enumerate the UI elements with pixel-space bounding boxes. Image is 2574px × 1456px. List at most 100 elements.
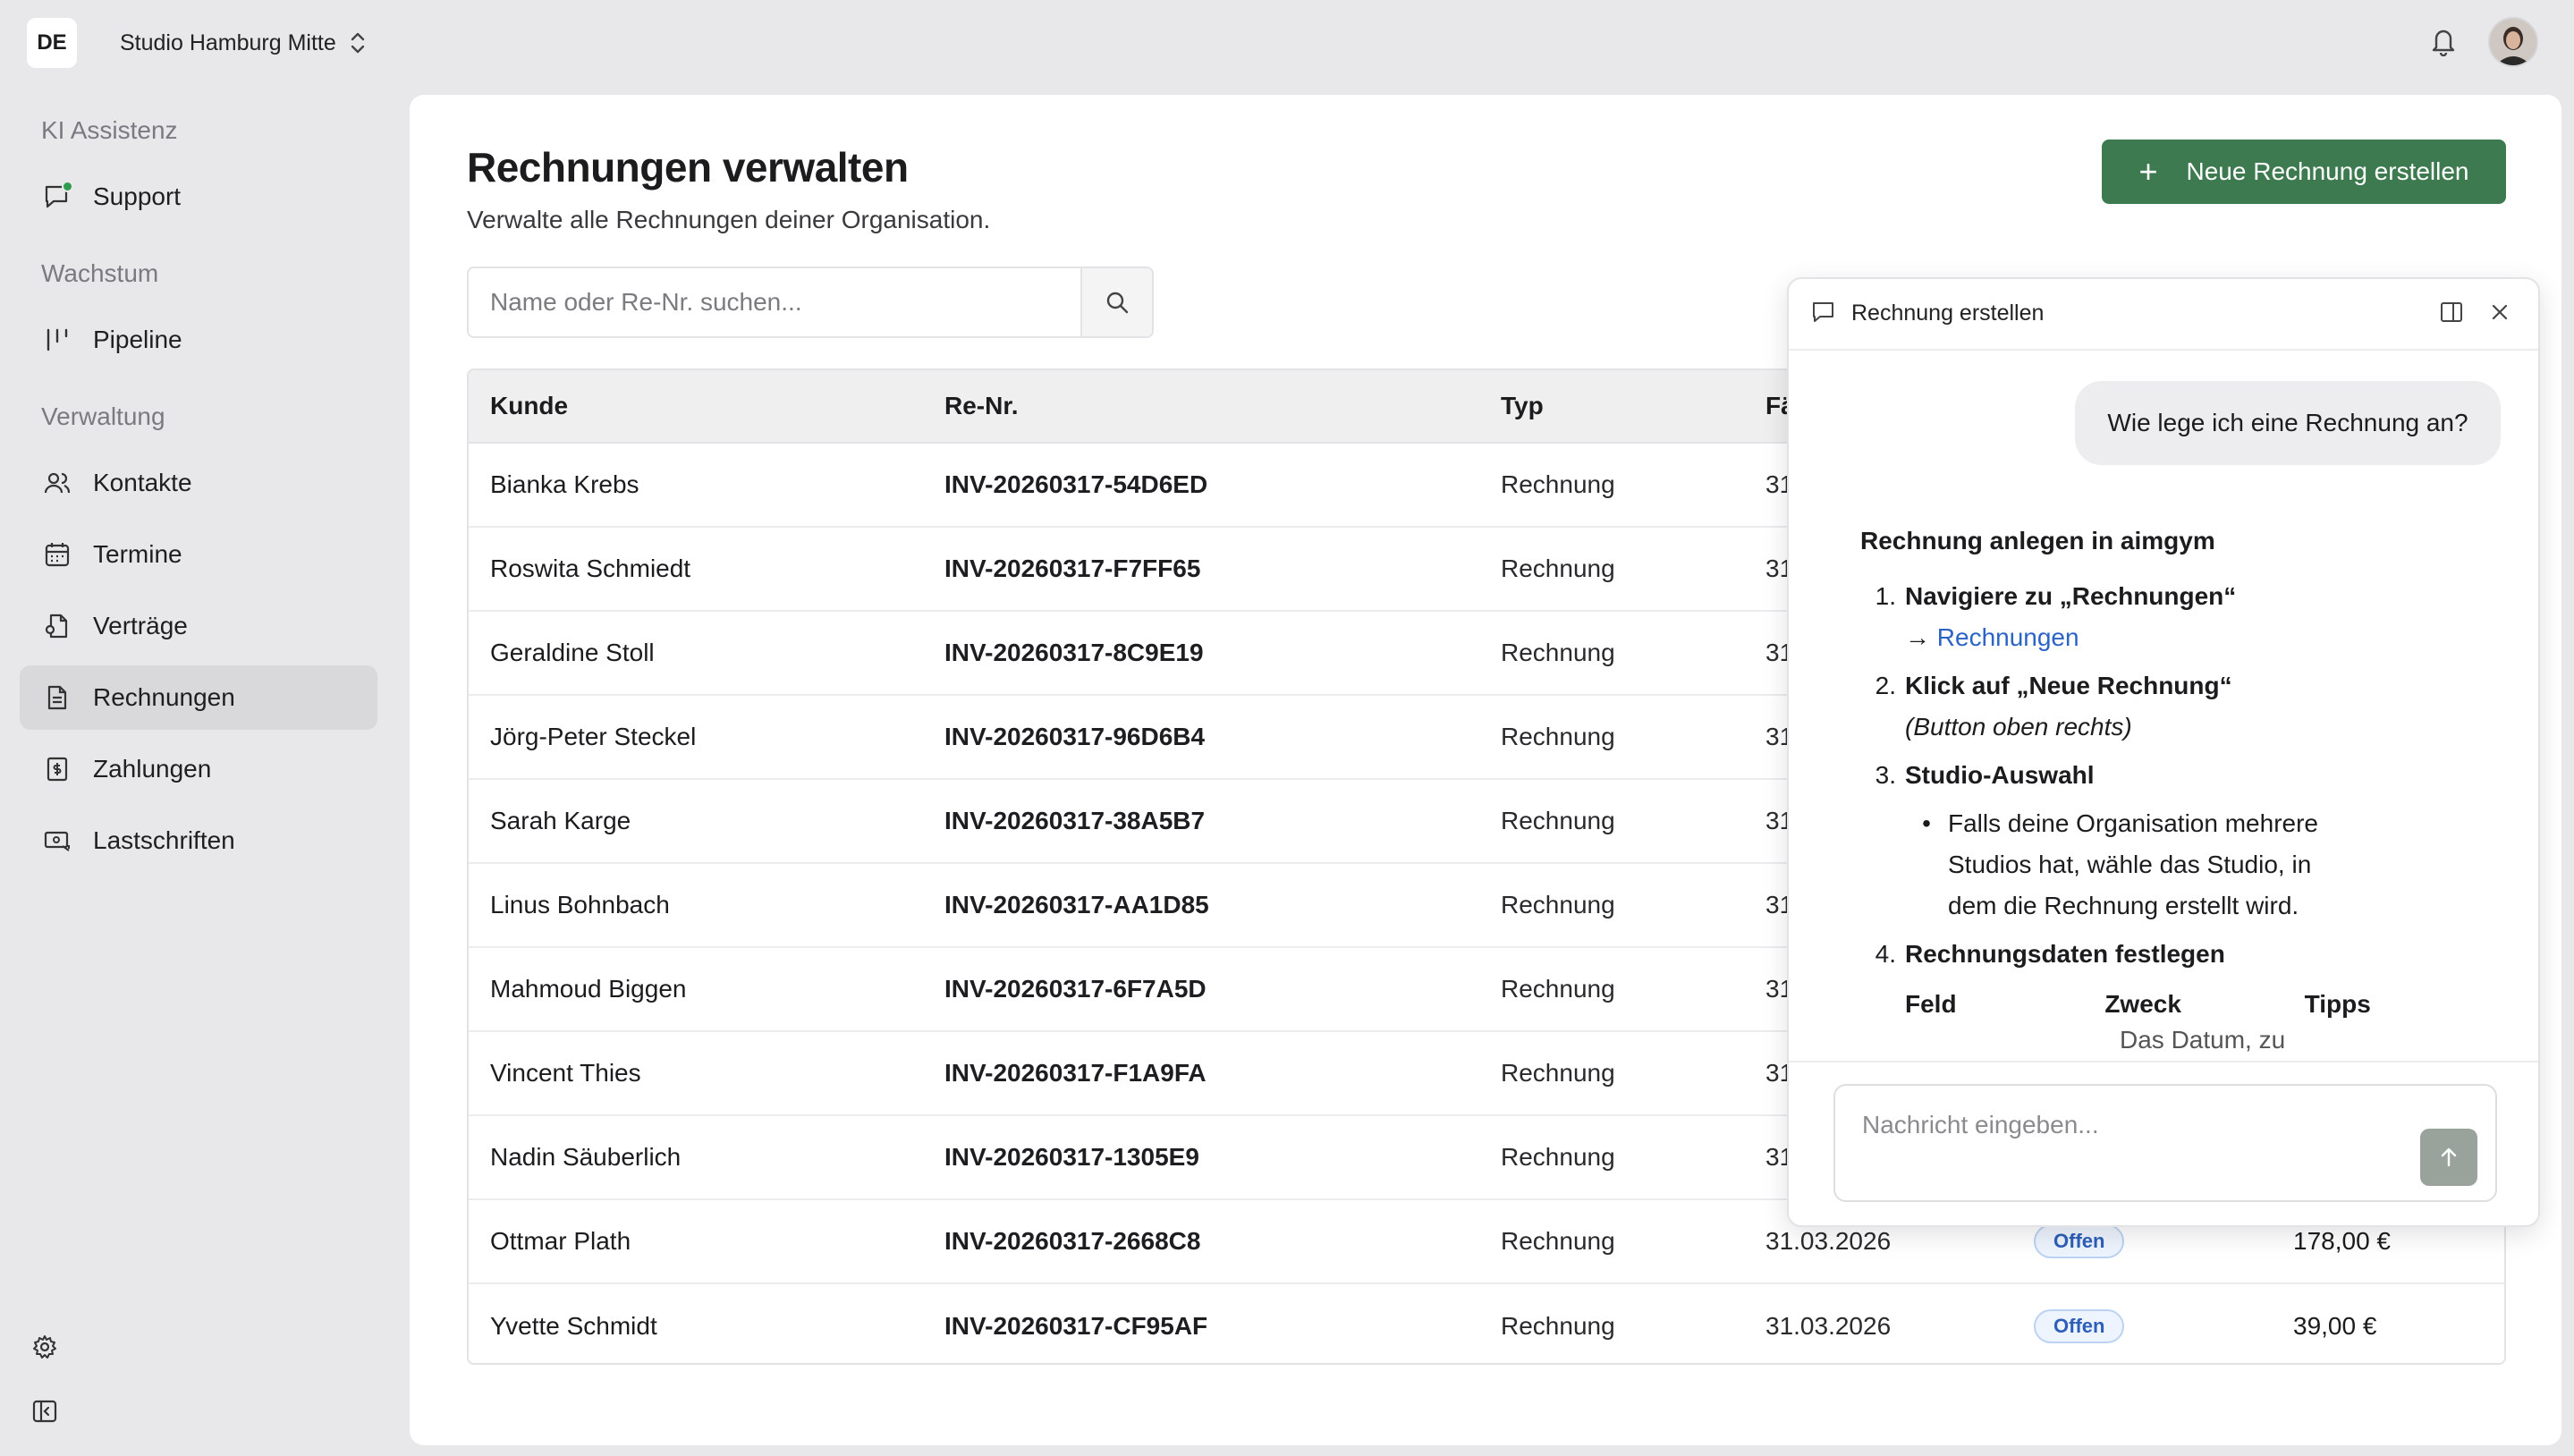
bullet-text: Falls deine Organisation mehrere Studios… [1948,809,2318,919]
sidebar-item-vertraege[interactable]: Verträge [20,594,377,658]
col-feld: Feld [1905,990,1957,1018]
cell-faellig: 31.03.2026 [1765,1312,1892,1340]
step-number: 1. [1875,582,1896,610]
cell-renr: INV-20260317-96D6B4 [944,723,1206,750]
step-note: (Button oben rechts) [1905,713,2132,741]
org-badge[interactable]: DE [27,18,77,68]
direct-debit-icon [41,825,73,857]
close-icon[interactable] [2486,299,2513,330]
rechnungen-link[interactable]: Rechnungen [1937,623,2079,651]
studio-switcher[interactable]: Studio Hamburg Mitte [120,25,367,61]
sidebar: KI Assistenz Support Wachstum Pipeline V… [0,86,394,1456]
cell-kunde: Ottmar Plath [490,1227,631,1255]
sidebar-collapse-icon[interactable] [27,1393,63,1429]
sidebar-section-verwaltung: Verwaltung [41,402,165,430]
studio-name: Studio Hamburg Mitte [120,30,336,55]
sidebar-section-wachstum: Wachstum [41,259,159,287]
cell-kunde: Linus Bohnbach [490,891,670,918]
chat-bubble-icon [1810,299,1837,330]
cell-kunde: Yvette Schmidt [490,1312,657,1340]
sidebar-item-label: Lastschriften [93,826,235,854]
sidebar-item-label: Zahlungen [93,755,212,783]
cell-typ: Rechnung [1501,1312,1615,1340]
panel-toggle-icon[interactable] [2438,299,2465,330]
search-button[interactable] [1080,268,1152,336]
chat-title: Rechnung erstellen [1851,301,2045,326]
answer-heading: Rechnung anlegen in aimgym [1860,527,2215,554]
online-dot [62,181,73,192]
answer-cut-text: Das Datum, zu [2120,1026,2286,1054]
search-box [467,267,1154,338]
chat-input-box [1833,1084,2497,1202]
top-bar: DE Studio Hamburg Mitte [0,0,2574,86]
table-row[interactable]: Yvette Schmidt INV-20260317-CF95AF Rechnun… [469,1284,2504,1363]
bullet-dot: • [1922,809,1931,837]
status-badge: Offen [2034,1309,2125,1343]
sidebar-item-label: Rechnungen [93,683,235,711]
cell-typ: Rechnung [1501,554,1615,582]
cell-typ: Rechnung [1501,639,1615,666]
send-button[interactable] [2420,1129,2477,1186]
header-typ[interactable]: Typ [1501,392,1544,420]
cell-typ: Rechnung [1501,975,1615,1003]
gear-icon[interactable] [27,1329,63,1365]
cell-kunde: Nadin Säuberlich [490,1143,682,1171]
sidebar-item-label: Support [93,182,182,210]
cell-renr: INV-20260317-1305E9 [944,1143,1199,1171]
sidebar-item-kontakte[interactable]: Kontakte [20,451,377,515]
bell-icon[interactable] [2426,23,2461,59]
cell-kunde: Jörg-Peter Steckel [490,723,697,750]
step-number: 4. [1875,940,1896,968]
cell-renr: INV-20260317-2668C8 [944,1227,1201,1255]
cell-renr: INV-20260317-8C9E19 [944,639,1204,666]
arrow-up-icon [2441,1147,2457,1167]
chat-header: Rechnung erstellen [1789,279,2538,351]
cell-renr: INV-20260317-F7FF65 [944,554,1201,582]
contract-icon [41,610,73,642]
sidebar-item-pipeline[interactable]: Pipeline [20,308,377,372]
sidebar-item-label: Pipeline [93,326,182,353]
step-title: Studio-Auswahl [1905,761,2095,789]
sidebar-item-rechnungen[interactable]: Rechnungen [20,665,377,730]
assistant-answer: Rechnung anlegen in aimgym 1. Navigiere … [1860,521,2504,1061]
status-badge: Offen [2034,1224,2125,1258]
header-renr[interactable]: Re-Nr. [944,392,1018,420]
pipeline-icon [41,324,73,356]
answer-bullet: • Falls deine Organisation mehrere Studi… [1905,803,2504,927]
cell-renr: INV-20260317-F1A9FA [944,1059,1207,1087]
cell-renr: INV-20260317-6F7A5D [944,975,1207,1003]
page-title: Rechnungen verwalten [467,144,909,190]
sidebar-item-lastschriften[interactable]: Lastschriften [20,808,377,873]
cell-kunde: Mahmoud Biggen [490,975,687,1003]
search-icon [1106,292,1129,314]
cell-renr: INV-20260317-38A5B7 [944,807,1206,834]
step-title: Rechnungsdaten festlegen [1905,940,2225,968]
new-invoice-button[interactable]: + Neue Rechnung erstellen [2102,140,2506,204]
cell-kunde: Geraldine Stoll [490,639,655,666]
step-title: Klick auf „Neue Rechnung“ [1905,672,2232,699]
sidebar-item-support[interactable]: Support [20,165,377,229]
answer-step: 1. Navigiere zu „Rechnungen“ → Rechnunge… [1860,576,2504,658]
sidebar-item-label: Termine [93,540,182,568]
sidebar-section-ki: KI Assistenz [41,116,178,144]
sidebar-item-label: Kontakte [93,469,192,496]
sidebar-item-termine[interactable]: Termine [20,522,377,587]
cell-typ: Rechnung [1501,470,1615,498]
chat-bubble-icon [41,181,73,213]
answer-step: 4. Rechnungsdaten festlegen [1860,934,2504,975]
users-icon [41,467,73,499]
header-kunde[interactable]: Kunde [490,392,568,420]
message-input[interactable] [1835,1086,2495,1200]
cell-typ: Rechnung [1501,1227,1615,1255]
payment-icon [41,753,73,785]
invoice-icon [41,681,73,714]
avatar[interactable] [2488,17,2538,67]
chevron-up-down-icon [351,32,364,54]
search-input[interactable] [469,268,1080,336]
cell-faellig: 31.03.2026 [1765,1227,1892,1255]
page-subtitle: Verwalte alle Rechnungen deiner Organisa… [467,206,991,233]
new-invoice-label: Neue Rechnung erstellen [2186,157,2469,185]
user-message: Wie lege ich eine Rechnung an? [2075,381,2501,465]
cell-renr: INV-20260317-54D6ED [944,470,1208,498]
sidebar-item-zahlungen[interactable]: Zahlungen [20,737,377,801]
